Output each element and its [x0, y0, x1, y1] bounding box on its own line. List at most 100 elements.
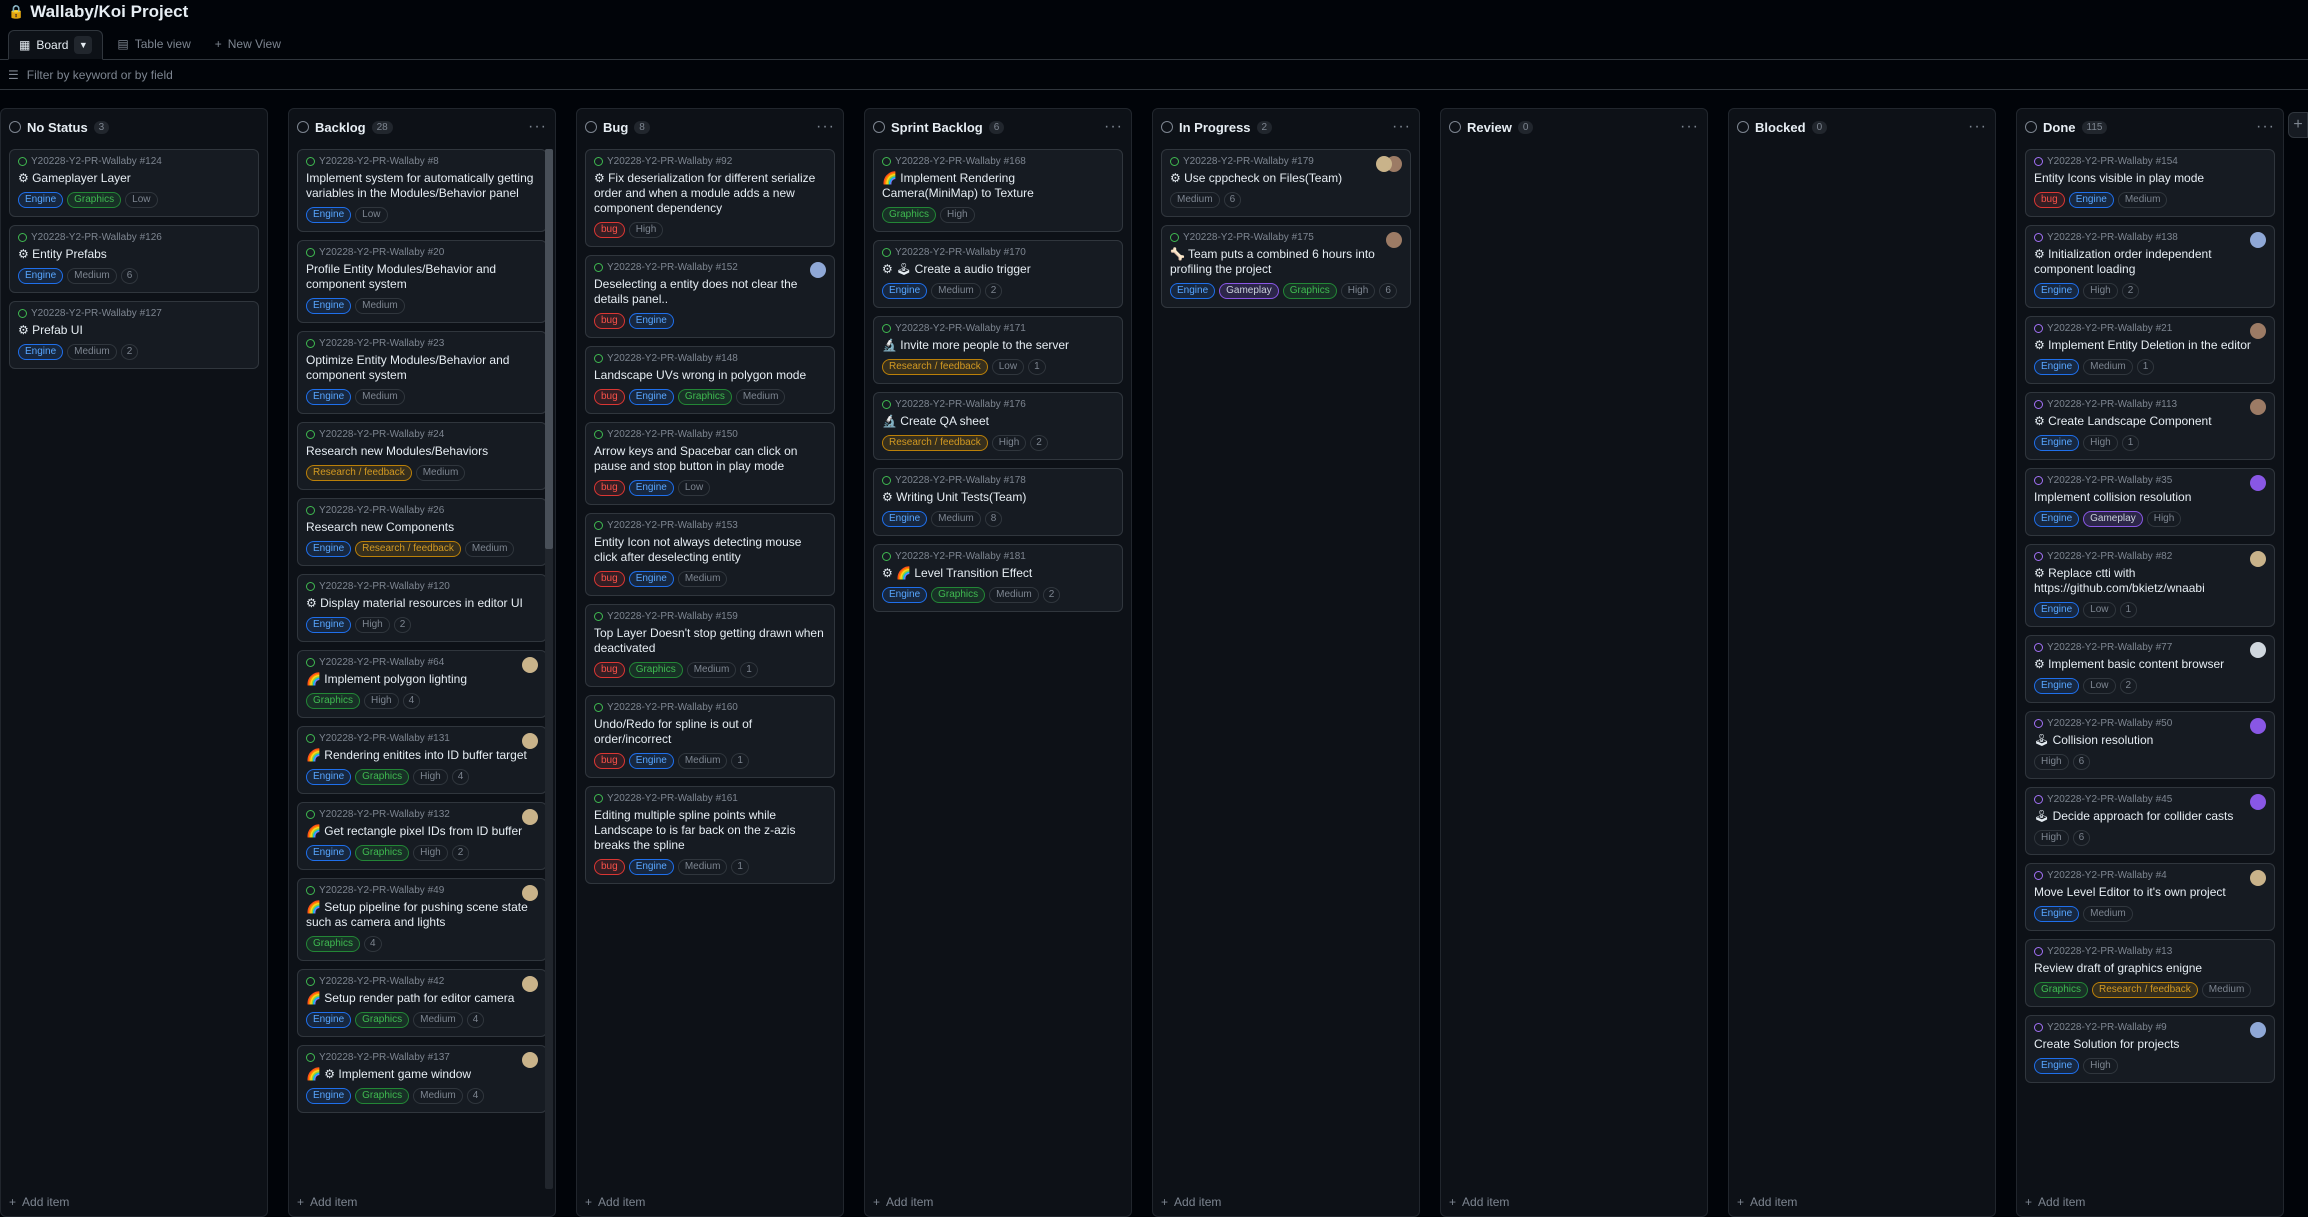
issue-card[interactable]: Y20228-Y2-PR-Wallaby #21 ⚙ Implement Enti…	[2025, 316, 2275, 384]
issue-card[interactable]: Y20228-Y2-PR-Wallaby #137 🌈 ⚙ Implement g…	[297, 1045, 547, 1113]
avatar[interactable]	[522, 809, 538, 825]
avatar[interactable]	[522, 976, 538, 992]
issue-title[interactable]: ⚙ Display material resources in editor U…	[306, 596, 538, 611]
add-item-button[interactable]: + Add item	[1, 1188, 267, 1216]
add-item-button[interactable]: + Add item	[2017, 1188, 2283, 1216]
add-item-button[interactable]: + Add item	[289, 1188, 555, 1216]
issue-card[interactable]: Y20228-Y2-PR-Wallaby #13 Review draft of …	[2025, 939, 2275, 1007]
issue-title[interactable]: ⚙ Implement basic content browser	[2034, 657, 2266, 672]
issue-title[interactable]: 🌈 Implement polygon lighting	[306, 672, 538, 687]
issue-card[interactable]: Y20228-Y2-PR-Wallaby #148 Landscape UVs w…	[585, 346, 835, 414]
issue-title[interactable]: 🔬 Invite more people to the server	[882, 338, 1114, 353]
issue-title[interactable]: ⚙ Use cppcheck on Files(Team)	[1170, 171, 1402, 186]
issue-card[interactable]: Y20228-Y2-PR-Wallaby #153 Entity Icon not…	[585, 513, 835, 596]
new-view-button[interactable]: + New View	[205, 29, 291, 59]
issue-title[interactable]: 🕹 Decide approach for collider casts	[2034, 809, 2266, 824]
issue-card[interactable]: Y20228-Y2-PR-Wallaby #113 ⚙ Create Landsc…	[2025, 392, 2275, 460]
issue-title[interactable]: Entity Icon not always detecting mouse c…	[594, 535, 826, 565]
avatar[interactable]	[522, 733, 538, 749]
add-item-button[interactable]: + Add item	[1153, 1188, 1419, 1216]
issue-card[interactable]: Y20228-Y2-PR-Wallaby #181 ⚙ 🌈 Level Trans…	[873, 544, 1123, 612]
issue-title[interactable]: ⚙ Writing Unit Tests(Team)	[882, 490, 1114, 505]
issue-card[interactable]: Y20228-Y2-PR-Wallaby #132 🌈 Get rectangle…	[297, 802, 547, 870]
issue-card[interactable]: Y20228-Y2-PR-Wallaby #9 Create Solution f…	[2025, 1015, 2275, 1083]
issue-card[interactable]: Y20228-Y2-PR-Wallaby #179 ⚙ Use cppcheck …	[1161, 149, 1411, 217]
issue-card[interactable]: Y20228-Y2-PR-Wallaby #175 🦴 Team puts a c…	[1161, 225, 1411, 308]
issue-title[interactable]: Review draft of graphics enigne	[2034, 961, 2266, 976]
avatar[interactable]	[522, 885, 538, 901]
more-options-icon[interactable]: ···	[528, 118, 547, 136]
issue-title[interactable]: ⚙ Gameplayer Layer	[18, 171, 250, 186]
issue-title[interactable]: Profile Entity Modules/Behavior and comp…	[306, 262, 538, 292]
add-item-button[interactable]: + Add item	[865, 1188, 1131, 1216]
avatar[interactable]	[2250, 551, 2266, 567]
issue-card[interactable]: Y20228-Y2-PR-Wallaby #178 ⚙ Writing Unit …	[873, 468, 1123, 536]
issue-title[interactable]: 🌈 Get rectangle pixel IDs from ID buffer	[306, 824, 538, 839]
issue-title[interactable]: ⚙ Prefab UI	[18, 323, 250, 338]
tab-board[interactable]: ▦ Board ▼	[8, 30, 104, 60]
issue-card[interactable]: Y20228-Y2-PR-Wallaby #170 ⚙ 🕹 Create a au…	[873, 240, 1123, 308]
issue-title[interactable]: Move Level Editor to it's own project	[2034, 885, 2266, 900]
avatar[interactable]	[2250, 642, 2266, 658]
avatar[interactable]	[2250, 232, 2266, 248]
issue-title[interactable]: ⚙ 🕹 Create a audio trigger	[882, 262, 1114, 277]
issue-card[interactable]: Y20228-Y2-PR-Wallaby #35 Implement collis…	[2025, 468, 2275, 536]
issue-card[interactable]: Y20228-Y2-PR-Wallaby #23 Optimize Entity …	[297, 331, 547, 414]
issue-card[interactable]: Y20228-Y2-PR-Wallaby #8 Implement system …	[297, 149, 547, 232]
issue-title[interactable]: Research new Modules/Behaviors	[306, 444, 538, 459]
tab-table-view[interactable]: ▤ Table view	[107, 29, 200, 59]
issue-card[interactable]: Y20228-Y2-PR-Wallaby #77 ⚙ Implement basi…	[2025, 635, 2275, 703]
issue-title[interactable]: Landscape UVs wrong in polygon mode	[594, 368, 826, 383]
column-scrollbar[interactable]	[545, 149, 553, 1189]
issue-title[interactable]: Entity Icons visible in play mode	[2034, 171, 2266, 186]
issue-card[interactable]: Y20228-Y2-PR-Wallaby #131 🌈 Rendering eni…	[297, 726, 547, 794]
issue-card[interactable]: Y20228-Y2-PR-Wallaby #45 🕹 Decide approac…	[2025, 787, 2275, 855]
issue-title[interactable]: Deselecting a entity does not clear the …	[594, 277, 826, 307]
add-item-button[interactable]: + Add item	[577, 1188, 843, 1216]
issue-card[interactable]: Y20228-Y2-PR-Wallaby #26 Research new Com…	[297, 498, 547, 566]
issue-card[interactable]: Y20228-Y2-PR-Wallaby #50 🕹 Collision reso…	[2025, 711, 2275, 779]
issue-title[interactable]: 🔬 Create QA sheet	[882, 414, 1114, 429]
issue-card[interactable]: Y20228-Y2-PR-Wallaby #161 Editing multipl…	[585, 786, 835, 884]
avatar[interactable]	[522, 657, 538, 673]
avatar[interactable]	[2250, 870, 2266, 886]
issue-title[interactable]: Research new Components	[306, 520, 538, 535]
issue-title[interactable]: Optimize Entity Modules/Behavior and com…	[306, 353, 538, 383]
issue-card[interactable]: Y20228-Y2-PR-Wallaby #126 ⚙ Entity Prefab…	[9, 225, 259, 293]
issue-title[interactable]: ⚙ 🌈 Level Transition Effect	[882, 566, 1114, 581]
more-options-icon[interactable]: ···	[1104, 118, 1123, 136]
issue-card[interactable]: Y20228-Y2-PR-Wallaby #127 ⚙ Prefab UI Engi…	[9, 301, 259, 369]
add-item-button[interactable]: + Add item	[1441, 1188, 1707, 1216]
add-column-button[interactable]: +	[2288, 112, 2308, 138]
issue-title[interactable]: 🌈 Setup render path for editor camera	[306, 991, 538, 1006]
issue-title[interactable]: Editing multiple spline points while Lan…	[594, 808, 826, 853]
issue-title[interactable]: ⚙ Replace ctti with https://github.com/b…	[2034, 566, 2266, 596]
issue-title[interactable]: 🕹 Collision resolution	[2034, 733, 2266, 748]
more-options-icon[interactable]: ···	[1392, 118, 1411, 136]
issue-title[interactable]: 🌈 Implement Rendering Camera(MiniMap) to…	[882, 171, 1114, 201]
chevron-down-icon[interactable]: ▼	[74, 36, 93, 54]
avatar[interactable]	[2250, 399, 2266, 415]
issue-title[interactable]: ⚙ Create Landscape Component	[2034, 414, 2266, 429]
avatar[interactable]	[2250, 794, 2266, 810]
issue-title[interactable]: Create Solution for projects	[2034, 1037, 2266, 1052]
issue-title[interactable]: 🦴 Team puts a combined 6 hours into prof…	[1170, 247, 1402, 277]
scrollbar-thumb[interactable]	[545, 149, 553, 549]
issue-card[interactable]: Y20228-Y2-PR-Wallaby #64 🌈 Implement poly…	[297, 650, 547, 718]
avatar[interactable]	[2250, 718, 2266, 734]
issue-card[interactable]: Y20228-Y2-PR-Wallaby #159 Top Layer Doesn…	[585, 604, 835, 687]
issue-title[interactable]: ⚙ Fix deserialization for different seri…	[594, 171, 826, 216]
issue-title[interactable]: ⚙ Initialization order independent compo…	[2034, 247, 2266, 277]
issue-card[interactable]: Y20228-Y2-PR-Wallaby #24 Research new Mod…	[297, 422, 547, 490]
avatar[interactable]	[2250, 1022, 2266, 1038]
issue-card[interactable]: Y20228-Y2-PR-Wallaby #20 Profile Entity M…	[297, 240, 547, 323]
issue-card[interactable]: Y20228-Y2-PR-Wallaby #160 Undo/Redo for s…	[585, 695, 835, 778]
issue-title[interactable]: ⚙ Entity Prefabs	[18, 247, 250, 262]
issue-title[interactable]: 🌈 Rendering enitites into ID buffer targ…	[306, 748, 538, 763]
avatar[interactable]	[2250, 475, 2266, 491]
issue-card[interactable]: Y20228-Y2-PR-Wallaby #82 ⚙ Replace ctti w…	[2025, 544, 2275, 627]
issue-title[interactable]: Top Layer Doesn't stop getting drawn whe…	[594, 626, 826, 656]
issue-title[interactable]: Arrow keys and Spacebar can click on pau…	[594, 444, 826, 474]
issue-card[interactable]: Y20228-Y2-PR-Wallaby #176 🔬 Create QA she…	[873, 392, 1123, 460]
issue-card[interactable]: Y20228-Y2-PR-Wallaby #138 ⚙ Initializatio…	[2025, 225, 2275, 308]
